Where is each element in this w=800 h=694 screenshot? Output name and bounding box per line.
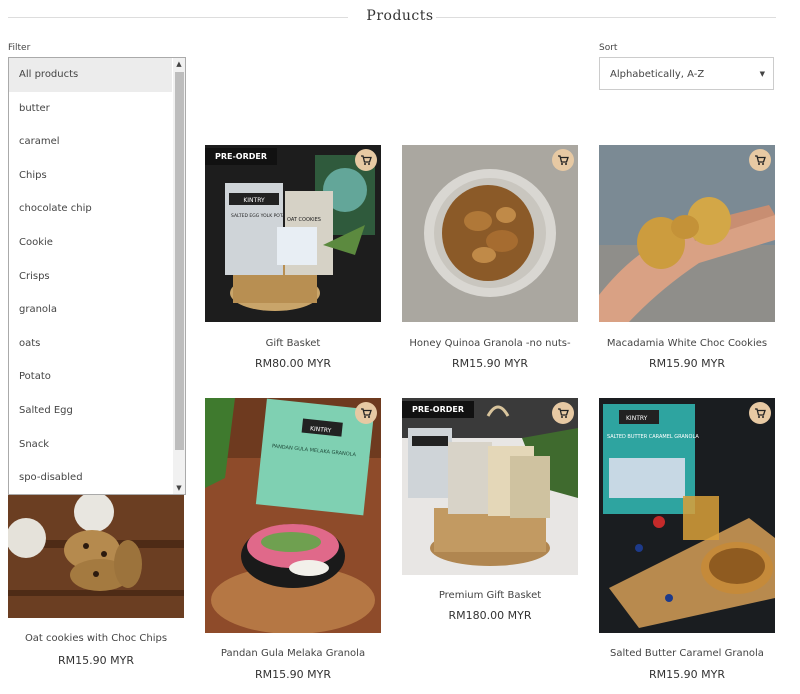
add-to-cart-button[interactable] (355, 402, 377, 424)
product-name[interactable]: Salted Butter Caramel Granola (599, 648, 775, 659)
filter-option[interactable]: chocolate chip (9, 192, 172, 226)
scroll-thumb[interactable] (175, 72, 184, 450)
filter-scrollbar[interactable]: ▲ ▼ (173, 58, 185, 494)
filter-option[interactable]: oats (9, 327, 172, 361)
filter-option[interactable]: All products (9, 58, 172, 92)
sort-value: Alphabetically, A-Z (610, 69, 705, 80)
filter-option[interactable]: Chips (9, 159, 172, 193)
filter-option[interactable]: butter (9, 92, 172, 126)
product-price: RM15.90 MYR (649, 668, 725, 681)
product-pack-brand: KINTRY (243, 197, 265, 204)
cart-icon (755, 408, 766, 418)
product-name[interactable]: Macadamia White Choc Cookies (599, 338, 775, 349)
cart-icon (361, 155, 372, 165)
product-price: RM15.90 MYR (649, 357, 725, 370)
sort-label: Sort (599, 43, 618, 53)
filter-listbox[interactable]: All products butter caramel Chips chocolate … (8, 57, 186, 495)
cart-icon (361, 408, 372, 418)
add-to-cart-button[interactable] (355, 149, 377, 171)
scroll-down-icon[interactable]: ▼ (173, 484, 185, 492)
product-pack-label: OAT COOKIES (287, 217, 321, 223)
product-image[interactable] (402, 398, 578, 575)
filter-option[interactable]: Crisps (9, 260, 172, 294)
product-name[interactable]: Gift Basket (205, 338, 381, 349)
add-to-cart-button[interactable] (552, 149, 574, 171)
filter-option[interactable]: Potato (9, 360, 172, 394)
filter-option[interactable]: Snack (9, 428, 172, 462)
product-price: RM15.90 MYR (58, 654, 134, 667)
product-name[interactable]: Honey Quinoa Granola -no nuts- (402, 338, 578, 349)
filter-option[interactable]: spo-disabled (9, 461, 172, 494)
product-name[interactable]: Premium Gift Basket (402, 590, 578, 601)
product-image[interactable]: KINTRY SALTED BUTTER CARAMEL GRANOLA (599, 398, 775, 633)
product-price: RM15.90 MYR (255, 668, 331, 681)
product-price: RM15.90 MYR (452, 357, 528, 370)
product-image[interactable]: KINTRY PANDAN GULA MELAKA GRANOLA (205, 398, 381, 633)
product-pack-brand: KINTRY (626, 415, 648, 422)
product-name[interactable]: Pandan Gula Melaka Granola (205, 648, 381, 659)
add-to-cart-button[interactable] (749, 149, 771, 171)
product-image[interactable]: KINTRY SALTED EGG YOLK POTATO CRISPS OAT… (205, 145, 381, 322)
filter-option[interactable]: granola (9, 293, 172, 327)
page-title: Products (366, 8, 434, 24)
chevron-down-icon: ▼ (759, 70, 765, 78)
product-price: RM80.00 MYR (255, 357, 331, 370)
product-image[interactable] (402, 145, 578, 322)
product-price: RM180.00 MYR (448, 609, 532, 622)
header-divider-right (436, 17, 776, 18)
filter-label: Filter (8, 43, 31, 53)
filter-option[interactable]: caramel (9, 125, 172, 159)
cart-icon (558, 155, 569, 165)
preorder-badge: PRE-ORDER (402, 401, 475, 418)
add-to-cart-button[interactable] (749, 402, 771, 424)
filter-option[interactable]: Salted Egg (9, 394, 172, 428)
preorder-badge: PRE-ORDER (205, 148, 278, 165)
sort-select[interactable]: Alphabetically, A-Z ▼ (599, 57, 774, 90)
scroll-up-icon[interactable]: ▲ (173, 60, 185, 68)
add-to-cart-button[interactable] (552, 402, 574, 424)
filter-option[interactable]: Cookie (9, 226, 172, 260)
cart-icon (755, 155, 766, 165)
product-image[interactable] (599, 145, 775, 322)
product-pack-label: SALTED BUTTER CARAMEL GRANOLA (607, 434, 699, 440)
product-name[interactable]: Oat cookies with Choc Chips (8, 633, 184, 644)
cart-icon (558, 408, 569, 418)
